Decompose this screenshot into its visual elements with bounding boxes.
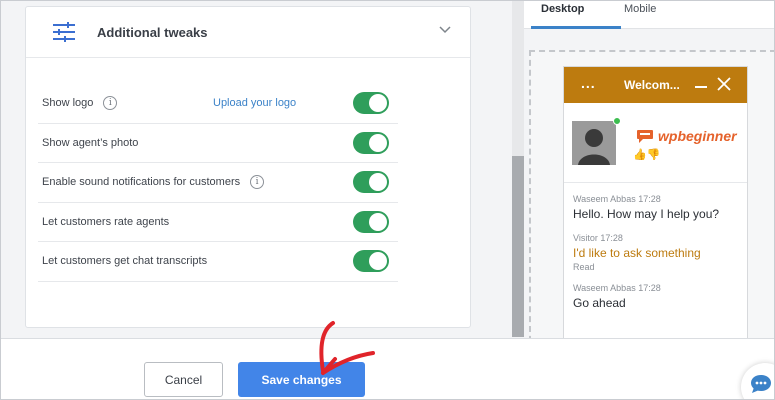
chat-message: Waseem Abbas 17:28 Go ahead	[573, 282, 743, 312]
agent-avatar	[572, 121, 616, 165]
toggle-knob	[369, 133, 387, 152]
message-text: I'd like to ask something	[573, 246, 701, 260]
info-icon[interactable]: i	[250, 175, 265, 190]
setting-rate-agents: Let customers rate agents	[38, 203, 398, 242]
agent-info: wpbeginner 👍👎	[564, 103, 747, 183]
message-author: Waseem Abbas	[573, 283, 636, 293]
chat-message: Visitor 17:28 I'd like to ask something …	[573, 232, 743, 273]
brand-logo: wpbeginner	[636, 128, 737, 144]
message-text: Hello. How may I help you?	[573, 207, 720, 221]
chat-title: Welcom...	[624, 78, 680, 92]
upload-logo-link[interactable]: Upload your logo	[213, 97, 296, 109]
toggle-knob	[369, 212, 387, 231]
chevron-down-icon[interactable]	[438, 25, 452, 35]
rate-agents-toggle[interactable]	[353, 210, 389, 233]
setting-show-agent-photo: Show agent’s photo	[38, 124, 398, 163]
rate-thumbs-icon[interactable]: 👍👎	[633, 148, 660, 161]
settings-list: Show logo i Upload your logo Show agent’…	[38, 84, 398, 282]
sliders-icon	[53, 22, 75, 42]
wpbeginner-logo-icon	[637, 130, 653, 143]
message-author: Visitor	[573, 233, 598, 243]
show-agent-photo-toggle[interactable]	[353, 131, 389, 154]
tab-desktop[interactable]: Desktop	[541, 1, 584, 29]
chat-message: Waseem Abbas 17:28 Hello. How may I help…	[573, 193, 743, 223]
chat-header: ... Welcom...	[564, 67, 747, 103]
preview-tabs: Desktop Mobile	[524, 1, 774, 29]
online-status-dot	[613, 117, 621, 125]
toggle-knob	[369, 173, 387, 192]
setting-chat-transcripts: Let customers get chat transcripts	[38, 242, 398, 282]
message-time: 17:28	[638, 283, 661, 293]
setting-label: Let customers get chat transcripts	[42, 255, 208, 268]
panel-title: Additional tweaks	[97, 24, 208, 40]
read-receipt: Read	[573, 262, 595, 272]
toggle-knob	[369, 94, 387, 113]
setting-show-logo: Show logo i Upload your logo	[38, 84, 398, 124]
chat-widget-preview: ... Welcom... wpbeginner 👍👎 Waseem Abbas…	[563, 66, 748, 346]
setting-label: Show agent’s photo	[42, 136, 139, 149]
active-tab-indicator	[531, 26, 621, 29]
info-icon[interactable]: i	[103, 96, 118, 111]
sound-notifications-toggle[interactable]	[353, 171, 389, 194]
chat-transcripts-toggle[interactable]	[353, 250, 389, 273]
close-icon[interactable]	[717, 77, 731, 91]
setting-label: Enable sound notifications for customers	[42, 176, 241, 189]
screenshot-frame: Additional tweaks Show logo i Upload you…	[0, 0, 775, 400]
tab-mobile[interactable]: Mobile	[624, 1, 656, 29]
message-time: 17:28	[600, 233, 623, 243]
setting-sound-notifications: Enable sound notifications for customers…	[38, 163, 398, 203]
message-time: 17:28	[638, 194, 661, 204]
scrollbar-thumb[interactable]	[512, 156, 524, 337]
setting-label: Show logo	[42, 97, 94, 110]
menu-dots-icon[interactable]: ...	[581, 75, 596, 91]
setting-label: Let customers rate agents	[42, 215, 170, 228]
show-logo-toggle[interactable]	[353, 92, 389, 115]
chat-messages: Waseem Abbas 17:28 Hello. How may I help…	[573, 193, 743, 321]
annotation-arrow-icon	[319, 321, 375, 375]
chat-bubble-icon	[751, 375, 771, 393]
minimize-icon[interactable]	[695, 86, 707, 88]
message-author: Waseem Abbas	[573, 194, 636, 204]
cancel-button[interactable]: Cancel	[144, 362, 223, 397]
toggle-knob	[369, 252, 387, 271]
person-silhouette-icon	[572, 121, 616, 165]
panel-header[interactable]: Additional tweaks	[26, 7, 470, 58]
message-text: Go ahead	[573, 296, 626, 310]
brand-name: wpbeginner	[658, 128, 737, 144]
